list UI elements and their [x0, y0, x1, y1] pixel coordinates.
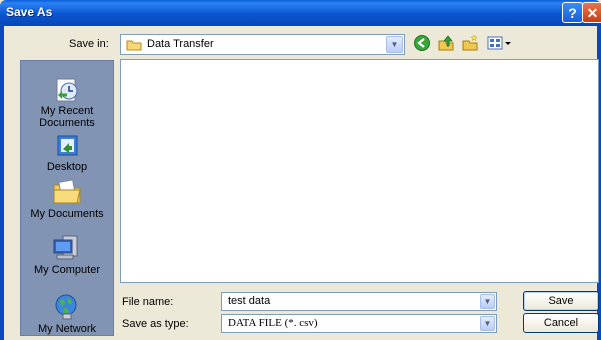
place-recent-documents[interactable]: My Recent Documents [21, 75, 113, 129]
chevron-down-icon[interactable]: ▼ [480, 294, 495, 309]
file-name-label: File name: [122, 296, 174, 308]
place-my-network[interactable]: My Network [21, 293, 113, 335]
save-in-combo[interactable]: Data Transfer ▼ [120, 34, 405, 55]
save-as-type-select[interactable]: DATA FILE (*. csv) ▼ [221, 314, 497, 333]
folder-icon [126, 40, 142, 51]
cancel-button[interactable]: Cancel [523, 313, 599, 333]
save-as-type-label: Save as type: [122, 318, 189, 330]
views-menu-icon[interactable] [487, 34, 513, 52]
file-list-view[interactable] [120, 59, 599, 283]
save-button[interactable]: Save [523, 291, 599, 311]
my-documents-icon [53, 179, 81, 204]
close-button[interactable]: ✕ [582, 2, 601, 23]
file-name-value: test data [228, 295, 271, 307]
place-label: My Recent Documents [39, 105, 95, 129]
place-label: Desktop [46, 161, 88, 173]
title-bar[interactable]: Save As ? ✕ [0, 0, 601, 26]
places-bar: My Recent Documents Desktop My Documents… [20, 60, 114, 336]
my-computer-icon [53, 235, 78, 260]
window-title: Save As [6, 5, 53, 19]
up-folder-icon[interactable] [437, 34, 455, 52]
window-border-left [0, 26, 4, 340]
chevron-down-icon[interactable]: ▼ [480, 316, 495, 331]
help-button[interactable]: ? [562, 2, 583, 23]
place-my-computer[interactable]: My Computer [21, 234, 113, 276]
save-as-type-value: DATA FILE (*. csv) [228, 317, 318, 329]
file-name-input[interactable]: test data ▼ [221, 292, 497, 311]
place-my-documents[interactable]: My Documents [21, 176, 113, 220]
place-label: My Documents [30, 208, 104, 220]
back-icon[interactable] [413, 34, 431, 52]
desktop-icon [57, 135, 78, 156]
recent-documents-icon [56, 78, 78, 102]
save-in-value: Data Transfer [147, 38, 214, 50]
place-desktop[interactable]: Desktop [21, 133, 113, 173]
chevron-down-icon[interactable]: ▼ [386, 36, 403, 53]
my-network-icon [55, 294, 77, 320]
new-folder-icon[interactable] [461, 34, 479, 52]
place-label: My Network [37, 323, 97, 335]
save-in-label: Save in: [69, 38, 109, 50]
place-label: My Computer [33, 264, 101, 276]
